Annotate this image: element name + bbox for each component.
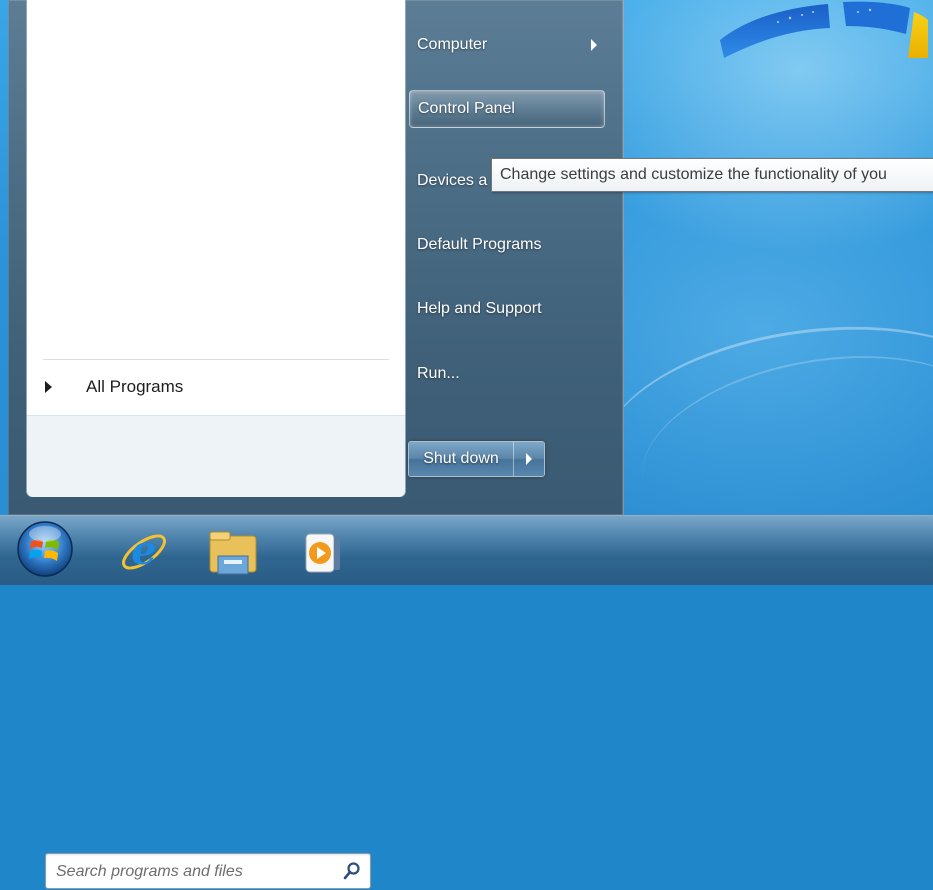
- menu-item-label: Help and Support: [417, 300, 542, 317]
- menu-item-label: Default Programs: [417, 236, 542, 253]
- chevron-right-icon: [526, 453, 532, 465]
- separator: [43, 359, 389, 360]
- internet-explorer-icon[interactable]: e: [118, 526, 170, 578]
- menu-item-label: Control Panel: [418, 100, 515, 117]
- search-area: [27, 415, 405, 890]
- search-input[interactable]: [54, 854, 328, 890]
- chevron-right-icon: [45, 381, 52, 393]
- shutdown-options-button[interactable]: [514, 442, 544, 476]
- search-icon[interactable]: [342, 861, 362, 881]
- start-menu-item-default-programs[interactable]: Default Programs: [409, 226, 605, 264]
- start-menu-item-control-panel[interactable]: Control Panel: [409, 90, 605, 128]
- start-menu-left-pane: All Programs: [26, 0, 406, 890]
- menu-item-label: Devices a: [417, 172, 488, 189]
- menu-item-label: Run...: [417, 365, 460, 382]
- windows-start-orb-icon[interactable]: [16, 520, 74, 578]
- all-programs-button[interactable]: All Programs: [41, 374, 391, 400]
- menu-item-label: Computer: [417, 36, 488, 53]
- shutdown-button[interactable]: Shut down: [409, 442, 514, 476]
- windows-explorer-icon[interactable]: [206, 526, 260, 578]
- control-panel-tooltip: Change settings and customize the functi…: [491, 158, 933, 192]
- all-programs-label: All Programs: [86, 377, 184, 396]
- start-menu-item-run[interactable]: Run...: [409, 355, 605, 393]
- start-menu-item-help-and-support[interactable]: Help and Support: [409, 290, 605, 328]
- media-player-icon[interactable]: [300, 530, 346, 576]
- windows-flag-logo: [720, 1, 928, 58]
- shutdown-button-group: Shut down: [408, 441, 545, 477]
- chevron-right-icon: [591, 39, 597, 51]
- start-menu-item-computer[interactable]: Computer: [409, 26, 605, 64]
- search-box[interactable]: [45, 853, 371, 890]
- svg-text:e: e: [131, 527, 156, 574]
